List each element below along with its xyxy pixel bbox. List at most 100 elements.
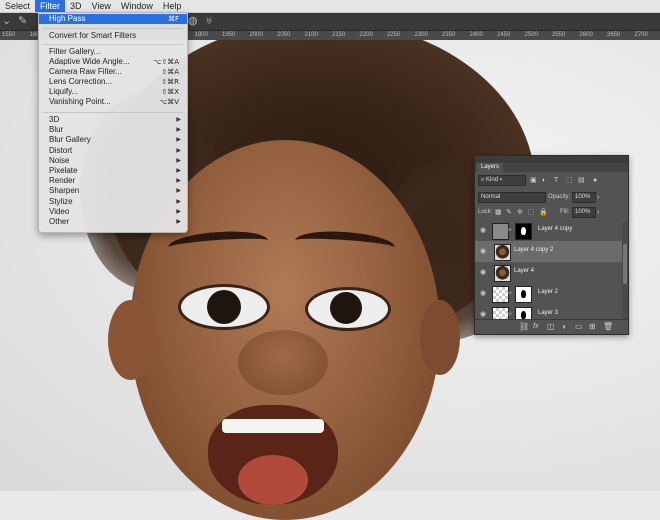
submenu-arrow-icon: ▶ xyxy=(176,127,181,134)
add-mask-icon[interactable]: ◫ xyxy=(547,322,555,332)
submenu-arrow-icon: ▶ xyxy=(176,147,181,154)
opacity-input[interactable]: 100% xyxy=(572,192,596,203)
trash-icon[interactable]: 🗑 xyxy=(603,322,613,332)
menu-item-submenu[interactable]: Render ▶ xyxy=(39,176,187,186)
new-layer-icon[interactable]: ⊞ xyxy=(589,322,596,332)
eye-icon[interactable]: ◉ xyxy=(480,290,486,297)
layers-panel: Layers ⌕ Kind ▾ ▣ ◐ T ⬚ ▤ ● Normal Opaci… xyxy=(474,155,629,335)
tab-layers[interactable]: Layers xyxy=(477,163,504,172)
menu-item-submenu[interactable]: 3D ▶ xyxy=(39,115,187,125)
pixel-filter-icon[interactable]: ▣ xyxy=(530,176,537,185)
menu-item-submenu[interactable]: Noise ▶ xyxy=(39,156,187,166)
ruler-tick-label: 2500 xyxy=(524,32,538,38)
kind-filter-select[interactable]: ⌕ Kind ▾ xyxy=(478,175,526,186)
fill-dropdown-icon[interactable]: › xyxy=(597,208,599,217)
ruler-tick-label: 2550 xyxy=(552,32,566,38)
menu-3d[interactable]: 3D xyxy=(65,0,87,12)
submenu-arrow-icon: ▶ xyxy=(176,178,181,185)
photo-ear-left xyxy=(108,300,153,380)
filter-toggle-icon[interactable]: ● xyxy=(593,176,597,185)
menu-item-submenu[interactable]: Video ▶ xyxy=(39,207,187,217)
layer-thumbnail xyxy=(494,244,511,261)
eye-icon[interactable]: ◉ xyxy=(480,311,486,318)
menu-item-convert-smart-filters[interactable]: Convert for Smart Filters xyxy=(39,31,187,41)
lock-all-icon[interactable]: 🔒 xyxy=(539,208,548,217)
mask-shape xyxy=(521,227,526,235)
layer-mask-thumbnail[interactable] xyxy=(515,223,532,240)
folder-icon[interactable]: ▭ xyxy=(575,322,583,332)
shape-filter-icon[interactable]: ⬚ xyxy=(566,176,573,185)
lock-transparent-icon[interactable]: ▦ xyxy=(495,208,502,217)
menu-item-filter[interactable]: Adaptive Wide Angle... ⌥⇧⌘A xyxy=(39,57,187,67)
menu-item-submenu[interactable]: Sharpen ▶ xyxy=(39,186,187,196)
menu-select[interactable]: Select xyxy=(0,0,35,12)
menu-item-submenu[interactable]: Stylize ▶ xyxy=(39,197,187,207)
layer-thumbnail xyxy=(494,265,511,282)
opacity-dropdown-icon[interactable]: › xyxy=(597,193,599,202)
menu-item-filter[interactable]: Vanishing Point... ⌥⌘V xyxy=(39,97,187,107)
dropdown-arrow-icon[interactable]: ⌄ xyxy=(2,15,11,28)
ruler-tick-label: 2250 xyxy=(387,32,401,38)
layer-row[interactable]: ◉ ∞ Layer 4 copy xyxy=(475,220,622,242)
menu-item-submenu[interactable]: Pixelate ▶ xyxy=(39,166,187,176)
menu-item-filter[interactable]: Filter Gallery... xyxy=(39,47,187,57)
panel-titlebar[interactable] xyxy=(475,156,628,163)
layer-row[interactable]: ◉ ∞ Layer 3 xyxy=(475,304,622,320)
link-icon[interactable]: ∞ xyxy=(508,290,512,296)
smart-object-filter-icon[interactable]: ▤ xyxy=(578,176,585,185)
menu-item-submenu[interactable]: Other ▶ xyxy=(39,217,187,227)
fill-label: Fill: xyxy=(560,209,570,215)
lock-image-icon[interactable]: ✎ xyxy=(506,208,512,217)
menu-item-high-pass[interactable]: High Pass ⌘F xyxy=(39,14,187,24)
layers-scrollbar-thumb[interactable] xyxy=(623,244,627,284)
ruler-tick-label: 1900 xyxy=(194,32,208,38)
ruler-tick-label: 1950 xyxy=(222,32,236,38)
lock-position-icon[interactable]: ✣ xyxy=(517,208,523,217)
mask-shape xyxy=(521,311,526,319)
menu-item-filter[interactable]: Liquify... ⇧⌘X xyxy=(39,87,187,97)
menu-item-filter[interactable]: Camera Raw Filter... ⇧⌘A xyxy=(39,67,187,77)
eye-icon[interactable]: ◉ xyxy=(480,227,486,234)
menu-item-submenu[interactable]: Blur Gallery ▶ xyxy=(39,135,187,145)
eye-icon[interactable]: ◉ xyxy=(480,248,486,255)
layer-row[interactable]: ◉ Layer 4 xyxy=(475,262,622,284)
ruler-tick-label: 2200 xyxy=(359,32,373,38)
menu-item-submenu[interactable]: Distort ▶ xyxy=(39,146,187,156)
pressure-icon[interactable]: ◍ xyxy=(188,15,198,28)
symmetry-icon[interactable]: ♅ xyxy=(205,15,213,28)
submenu-arrow-icon: ▶ xyxy=(176,168,181,174)
layer-name: Layer 2 xyxy=(538,289,559,295)
submenu-arrow-icon: ▶ xyxy=(176,137,181,144)
menu-separator xyxy=(43,44,183,45)
lock-artboard-icon[interactable]: ⬚ xyxy=(528,208,535,217)
filter-menu: High Pass ⌘F Convert for Smart Filters F… xyxy=(38,12,188,233)
eye-icon[interactable]: ◉ xyxy=(480,269,486,276)
ruler-tick-label: 2700 xyxy=(634,32,648,38)
photo-eye-right xyxy=(305,287,391,331)
link-layers-icon[interactable]: ⛓ xyxy=(519,322,529,332)
blend-mode-select[interactable]: Normal xyxy=(478,192,546,203)
submenu-arrow-icon: ▶ xyxy=(176,219,181,225)
ruler-tick-label: 2300 xyxy=(414,32,428,38)
fx-icon[interactable]: fx xyxy=(533,322,538,332)
type-filter-icon[interactable]: T xyxy=(554,176,558,185)
ruler-tick-label: 2050 xyxy=(277,32,291,38)
menu-item-filter[interactable]: Lens Correction... ⇧⌘R xyxy=(39,77,187,87)
layer-mask-thumbnail[interactable] xyxy=(515,286,532,303)
layer-row[interactable]: ◉ ∞ Layer 2 xyxy=(475,283,622,305)
ruler-tick-label: 2400 xyxy=(469,32,483,38)
brush-tool-icon[interactable]: ✎ xyxy=(18,15,27,28)
submenu-arrow-icon: ▶ xyxy=(176,157,181,164)
opacity-label: Opacity: xyxy=(548,194,571,200)
menu-item-submenu[interactable]: Blur ▶ xyxy=(39,125,187,135)
menu-help[interactable]: Help xyxy=(158,0,187,12)
adjustment-icon[interactable]: ◑ xyxy=(561,322,566,332)
menu-window[interactable]: Window xyxy=(116,0,158,12)
link-icon[interactable]: ∞ xyxy=(508,311,512,317)
menu-view[interactable]: View xyxy=(87,0,116,12)
link-icon[interactable]: ∞ xyxy=(508,227,512,233)
menu-filter[interactable]: Filter xyxy=(35,0,66,12)
fill-input[interactable]: 100% xyxy=(572,207,596,218)
adjustment-filter-icon[interactable]: ◐ xyxy=(542,176,546,185)
layer-row[interactable]: ◉ Layer 4 copy 2 xyxy=(475,241,622,263)
